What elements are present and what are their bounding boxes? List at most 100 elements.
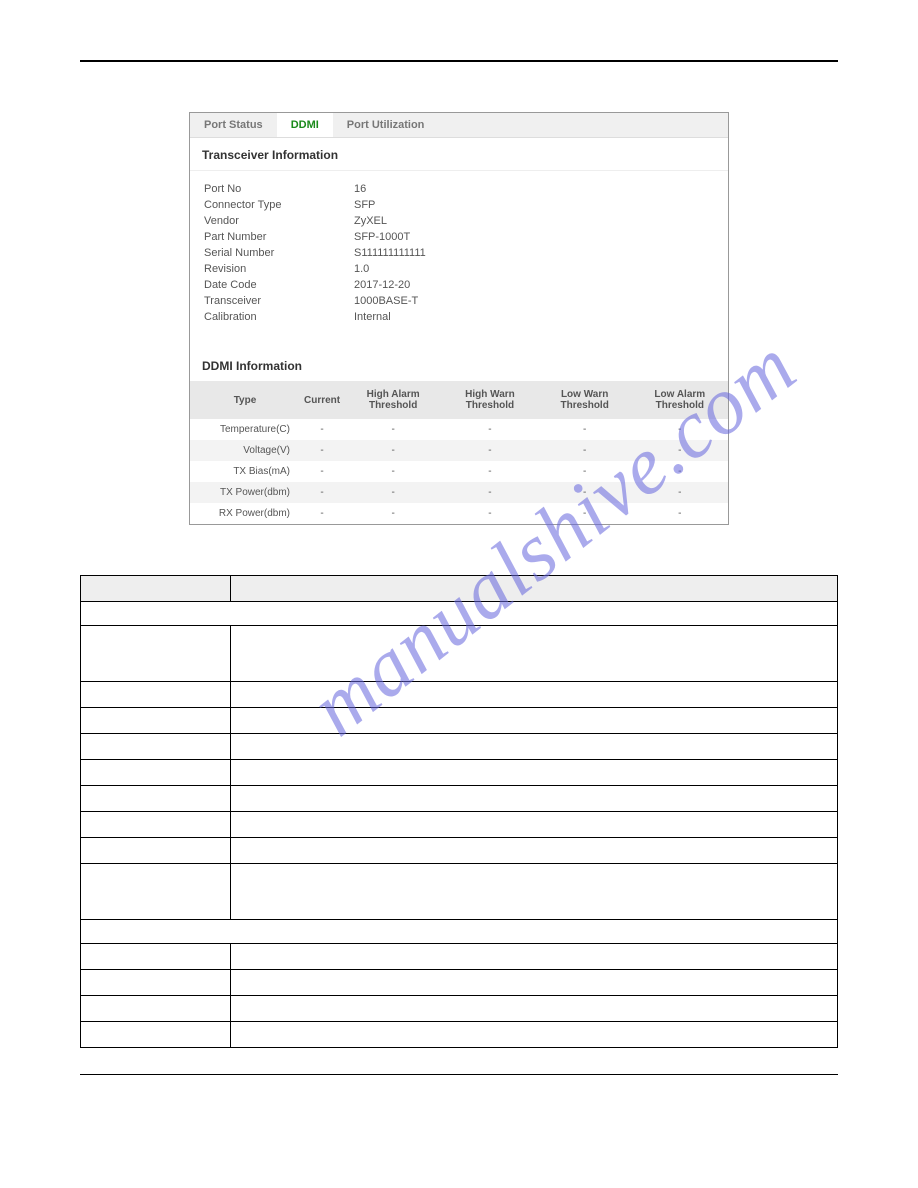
info-row: Connector TypeSFP xyxy=(204,197,714,213)
ddmi-cell: - xyxy=(632,461,728,482)
info-row: CalibrationInternal xyxy=(204,309,714,325)
desc-label xyxy=(81,626,231,682)
desc-label xyxy=(81,944,231,970)
ddmi-type: Temperature(C) xyxy=(190,419,300,440)
ddmi-cell: - xyxy=(300,419,344,440)
desc-text xyxy=(231,944,838,970)
desc-label xyxy=(81,996,231,1022)
description-table xyxy=(80,575,838,1048)
info-label: Serial Number xyxy=(204,247,354,259)
desc-text xyxy=(231,838,838,864)
ddmi-table: Type Current High Alarm Threshold High W… xyxy=(190,381,728,524)
desc-text xyxy=(231,996,838,1022)
info-value: SFP-1000T xyxy=(354,231,410,243)
info-value: S111111111111 xyxy=(354,247,426,259)
desc-label xyxy=(81,864,231,920)
top-rule xyxy=(80,60,838,62)
info-label: Vendor xyxy=(204,215,354,227)
desc-label xyxy=(81,838,231,864)
info-value: 2017-12-20 xyxy=(354,279,410,291)
info-value: ZyXEL xyxy=(354,215,387,227)
info-row: Serial NumberS111111111111 xyxy=(204,245,714,261)
desc-label xyxy=(81,786,231,812)
info-label: Part Number xyxy=(204,231,354,243)
ddmi-header: Current xyxy=(300,381,344,419)
desc-label xyxy=(81,1022,231,1048)
ddmi-cell: - xyxy=(300,461,344,482)
desc-label xyxy=(81,708,231,734)
desc-header-label xyxy=(81,576,231,602)
table-row: RX Power(dbm) - - - - - xyxy=(190,503,728,524)
desc-section-row xyxy=(81,602,838,626)
ddmi-cell: - xyxy=(300,440,344,461)
table-row: Voltage(V) - - - - - xyxy=(190,440,728,461)
ddmi-cell: - xyxy=(344,503,442,524)
ddmi-cell: - xyxy=(538,503,632,524)
desc-text xyxy=(231,786,838,812)
info-value: SFP xyxy=(354,199,375,211)
ddmi-header: High Warn Threshold xyxy=(442,381,538,419)
info-row: VendorZyXEL xyxy=(204,213,714,229)
ddmi-cell: - xyxy=(442,503,538,524)
ddmi-cell: - xyxy=(344,482,442,503)
ddmi-cell: - xyxy=(344,461,442,482)
ddmi-header: High Alarm Threshold xyxy=(344,381,442,419)
ddmi-cell: - xyxy=(344,419,442,440)
ddmi-cell: - xyxy=(538,461,632,482)
desc-label xyxy=(81,682,231,708)
ddmi-cell: - xyxy=(538,419,632,440)
ddmi-cell: - xyxy=(632,419,728,440)
ddmi-cell: - xyxy=(344,440,442,461)
ddmi-cell: - xyxy=(632,440,728,461)
tabbar: Port Status DDMI Port Utilization xyxy=(190,113,728,138)
ddmi-type: Voltage(V) xyxy=(190,440,300,461)
tab-port-utilization[interactable]: Port Utilization xyxy=(333,113,439,137)
info-value: Internal xyxy=(354,311,391,323)
info-value: 1.0 xyxy=(354,263,369,275)
ddmi-cell: - xyxy=(632,482,728,503)
info-label: Connector Type xyxy=(204,199,354,211)
ddmi-cell: - xyxy=(538,482,632,503)
table-row: Temperature(C) - - - - - xyxy=(190,419,728,440)
info-row: Part NumberSFP-1000T xyxy=(204,229,714,245)
ddmi-cell: - xyxy=(442,461,538,482)
desc-header-desc xyxy=(231,576,838,602)
table-row: TX Power(dbm) - - - - - xyxy=(190,482,728,503)
desc-label xyxy=(81,760,231,786)
info-row: Date Code2017-12-20 xyxy=(204,277,714,293)
desc-text xyxy=(231,812,838,838)
info-label: Date Code xyxy=(204,279,354,291)
desc-label xyxy=(81,734,231,760)
ddmi-header: Low Alarm Threshold xyxy=(632,381,728,419)
info-value: 1000BASE-T xyxy=(354,295,418,307)
ddmi-panel: Port Status DDMI Port Utilization Transc… xyxy=(189,112,729,525)
desc-text xyxy=(231,970,838,996)
ddmi-header: Low Warn Threshold xyxy=(538,381,632,419)
info-row: Port No16 xyxy=(204,181,714,197)
ddmi-cell: - xyxy=(442,419,538,440)
ddmi-type: TX Power(dbm) xyxy=(190,482,300,503)
info-row: Transceiver1000BASE-T xyxy=(204,293,714,309)
ddmi-type: RX Power(dbm) xyxy=(190,503,300,524)
ddmi-cell: - xyxy=(442,440,538,461)
desc-section-row xyxy=(81,920,838,944)
desc-label xyxy=(81,812,231,838)
table-row: TX Bias(mA) - - - - - xyxy=(190,461,728,482)
ddmi-cell: - xyxy=(632,503,728,524)
tab-port-status[interactable]: Port Status xyxy=(190,113,277,137)
desc-text xyxy=(231,626,838,682)
transceiver-info: Port No16 Connector TypeSFP VendorZyXEL … xyxy=(190,171,728,345)
ddmi-cell: - xyxy=(300,503,344,524)
desc-text xyxy=(231,682,838,708)
desc-label xyxy=(81,970,231,996)
ddmi-type: TX Bias(mA) xyxy=(190,461,300,482)
desc-text xyxy=(231,1022,838,1048)
ddmi-section-title: DDMI Information xyxy=(190,345,728,381)
ddmi-cell: - xyxy=(442,482,538,503)
info-value: 16 xyxy=(354,183,366,195)
info-label: Transceiver xyxy=(204,295,354,307)
tab-ddmi[interactable]: DDMI xyxy=(277,113,333,137)
ddmi-cell: - xyxy=(300,482,344,503)
info-label: Port No xyxy=(204,183,354,195)
info-row: Revision1.0 xyxy=(204,261,714,277)
